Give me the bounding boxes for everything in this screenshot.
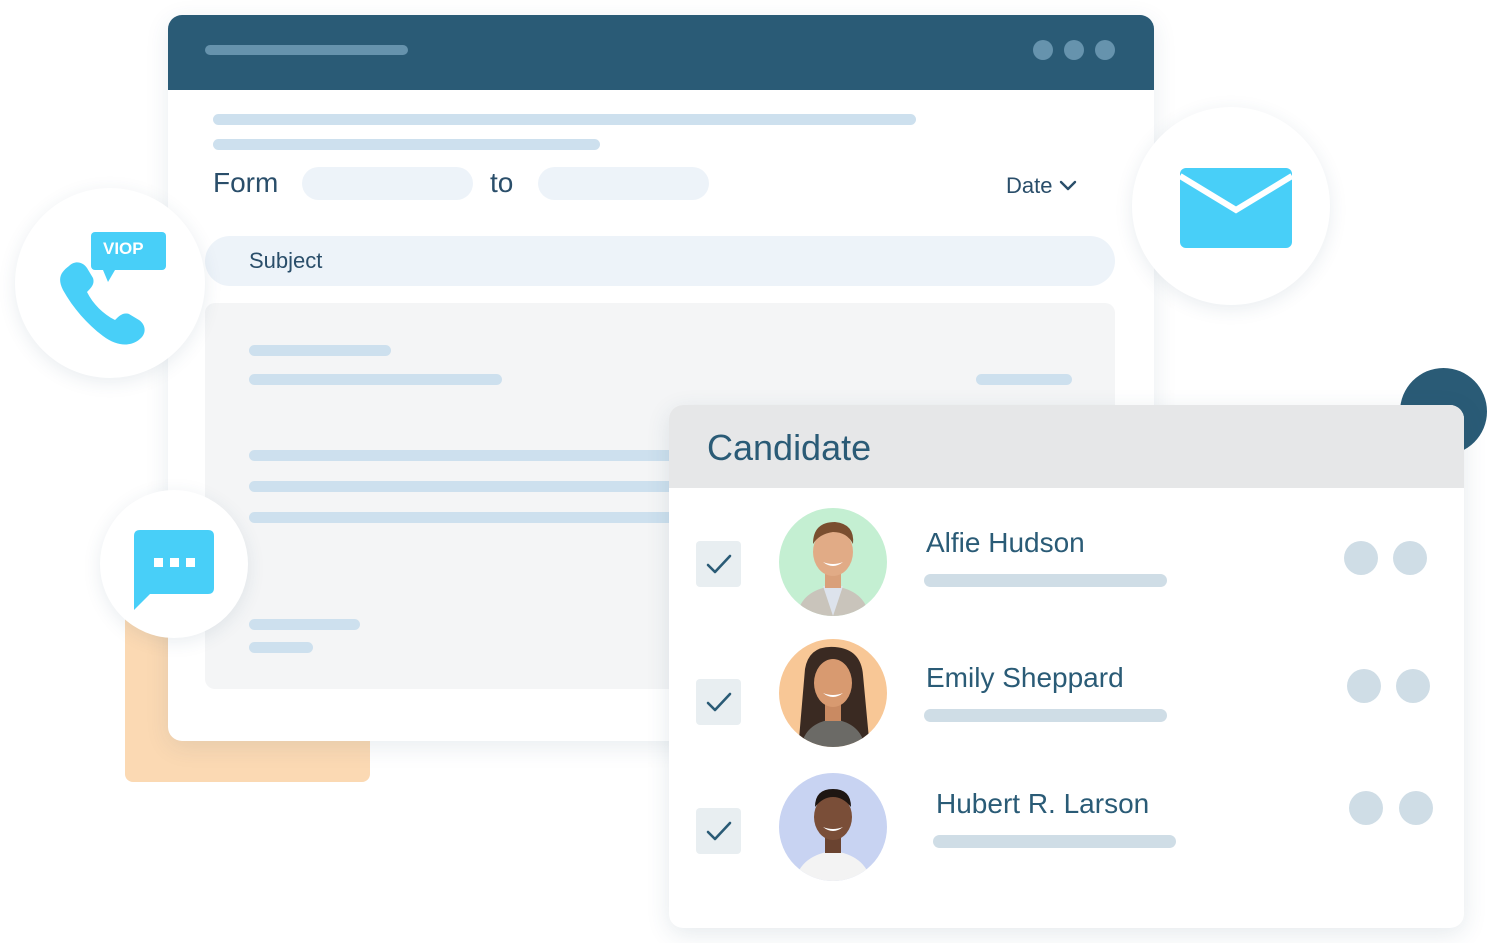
candidate-card: Candidate Alfie Hudson Emily Sheppard Hu… bbox=[669, 405, 1464, 928]
action-dot[interactable] bbox=[1349, 791, 1383, 825]
chevron-down-icon bbox=[1060, 180, 1077, 191]
candidate-row[interactable]: Hubert R. Larson bbox=[669, 773, 1464, 893]
date-label: Date bbox=[1006, 173, 1053, 198]
avatar bbox=[779, 773, 887, 881]
candidate-name: Emily Sheppard bbox=[926, 662, 1124, 693]
avatar bbox=[779, 639, 887, 747]
checkmark-icon bbox=[706, 554, 731, 574]
from-input[interactable] bbox=[302, 167, 473, 200]
chat-badge[interactable] bbox=[100, 490, 248, 638]
voip-badge[interactable]: VIOP bbox=[15, 188, 205, 378]
avatar bbox=[779, 508, 887, 616]
subject-input[interactable]: Subject bbox=[205, 236, 1115, 286]
to-input[interactable] bbox=[538, 167, 709, 200]
candidate-row[interactable]: Emily Sheppard bbox=[669, 639, 1464, 759]
window-title-placeholder bbox=[205, 45, 408, 55]
window-control-dot[interactable] bbox=[1064, 40, 1084, 60]
voip-label: VIOP bbox=[103, 239, 144, 258]
text-placeholder-line bbox=[249, 619, 360, 630]
date-dropdown[interactable]: Date bbox=[1006, 173, 1078, 199]
candidate-detail-placeholder bbox=[924, 709, 1167, 722]
checkmark-icon bbox=[706, 692, 731, 712]
text-placeholder-line bbox=[249, 345, 391, 356]
action-dot[interactable] bbox=[1393, 541, 1427, 575]
text-placeholder-line bbox=[249, 642, 313, 653]
window-titlebar bbox=[168, 15, 1154, 90]
subject-placeholder: Subject bbox=[249, 248, 323, 273]
to-label: to bbox=[490, 167, 514, 198]
text-placeholder-line bbox=[213, 139, 600, 150]
candidate-card-title: Candidate bbox=[707, 427, 872, 468]
candidate-card-header: Candidate bbox=[669, 405, 1464, 488]
person-photo bbox=[795, 789, 871, 881]
text-placeholder-line bbox=[249, 374, 502, 385]
person-photo bbox=[797, 522, 869, 616]
email-badge[interactable] bbox=[1132, 107, 1330, 305]
candidate-detail-placeholder bbox=[924, 574, 1167, 587]
window-control-dot[interactable] bbox=[1095, 40, 1115, 60]
action-dot[interactable] bbox=[1347, 669, 1381, 703]
checkmark-icon bbox=[706, 821, 731, 841]
chat-bubble-icon bbox=[134, 530, 214, 610]
candidate-checkbox[interactable] bbox=[696, 541, 741, 587]
candidate-checkbox[interactable] bbox=[696, 808, 741, 854]
candidate-checkbox[interactable] bbox=[696, 679, 741, 725]
from-label: Form bbox=[213, 167, 279, 198]
action-dot[interactable] bbox=[1396, 669, 1430, 703]
candidate-row[interactable]: Alfie Hudson bbox=[669, 505, 1464, 625]
candidate-name: Alfie Hudson bbox=[926, 527, 1085, 558]
candidate-detail-placeholder bbox=[933, 835, 1176, 848]
action-dot[interactable] bbox=[1399, 791, 1433, 825]
envelope-icon bbox=[1180, 168, 1292, 248]
text-placeholder-line bbox=[976, 374, 1072, 385]
person-photo bbox=[799, 646, 869, 747]
text-placeholder-line bbox=[213, 114, 916, 125]
window-control-dot[interactable] bbox=[1033, 40, 1053, 60]
candidate-name: Hubert R. Larson bbox=[936, 788, 1150, 819]
action-dot[interactable] bbox=[1344, 541, 1378, 575]
